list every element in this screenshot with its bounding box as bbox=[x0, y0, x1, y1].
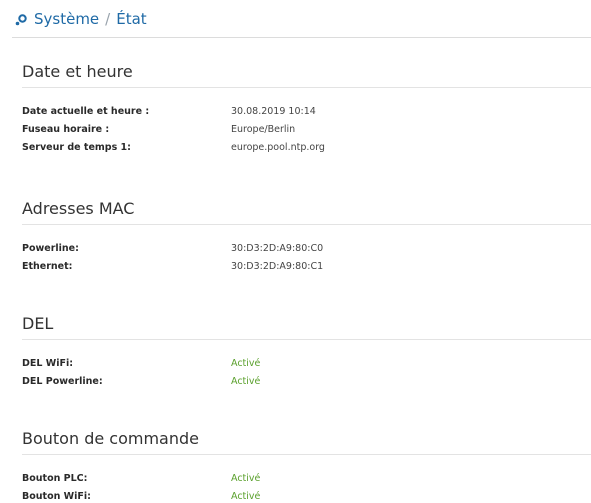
section-divider bbox=[22, 454, 591, 455]
breadcrumb-separator: / bbox=[105, 9, 111, 28]
info-row: Ethernet: 30:D3:2D:A9:80:C1 bbox=[22, 257, 591, 275]
row-label: DEL Powerline: bbox=[22, 375, 103, 387]
row-value: europe.pool.ntp.org bbox=[231, 141, 325, 153]
row-label: Bouton WiFi: bbox=[22, 490, 91, 502]
info-row: DEL WiFi: Activé bbox=[22, 354, 591, 372]
row-label: DEL WiFi: bbox=[22, 357, 74, 369]
section-mac-addresses: Adresses MAC Powerline: 30:D3:2D:A9:80:C… bbox=[22, 198, 591, 275]
row-value: 30.08.2019 10:14 bbox=[231, 105, 316, 117]
row-label: Bouton PLC: bbox=[22, 472, 88, 484]
status-active: Activé bbox=[231, 472, 261, 484]
section-control-button: Bouton de commande Bouton PLC: Activé Bo… bbox=[22, 428, 591, 503]
section-led: DEL DEL WiFi: Activé DEL Powerline: Acti… bbox=[22, 313, 591, 390]
section-title: Bouton de commande bbox=[22, 429, 199, 448]
section-title: Date et heure bbox=[22, 62, 133, 81]
breadcrumb-item-etat: État bbox=[116, 9, 147, 28]
row-value: Europe/Berlin bbox=[231, 123, 296, 135]
status-active: Activé bbox=[231, 357, 261, 369]
info-row: Bouton WiFi: Activé bbox=[22, 487, 591, 503]
row-label: Powerline: bbox=[22, 242, 79, 254]
system-cog-icon bbox=[14, 12, 28, 26]
status-active: Activé bbox=[231, 490, 261, 502]
row-label: Ethernet: bbox=[22, 260, 73, 272]
row-label: Fuseau horaire : bbox=[22, 123, 110, 135]
info-row: Serveur de temps 1: europe.pool.ntp.org bbox=[22, 138, 591, 156]
row-label: Date actuelle et heure : bbox=[22, 105, 150, 117]
info-row: Powerline: 30:D3:2D:A9:80:C0 bbox=[22, 239, 591, 257]
status-active: Activé bbox=[231, 375, 261, 387]
section-divider bbox=[22, 87, 591, 88]
row-value: 30:D3:2D:A9:80:C1 bbox=[231, 260, 324, 272]
section-divider bbox=[22, 224, 591, 225]
section-title: DEL bbox=[22, 314, 54, 333]
section-date-time: Date et heure Date actuelle et heure : 3… bbox=[22, 61, 591, 156]
breadcrumb-item-systeme[interactable]: Système bbox=[34, 10, 99, 28]
info-row: DEL Powerline: Activé bbox=[22, 372, 591, 390]
breadcrumb: Système / État bbox=[34, 10, 147, 28]
row-value: 30:D3:2D:A9:80:C0 bbox=[231, 242, 324, 254]
section-title: Adresses MAC bbox=[22, 199, 135, 218]
status-page: Système / État Date et heure Date actuel… bbox=[0, 0, 591, 503]
info-row: Date actuelle et heure : 30.08.2019 10:1… bbox=[22, 102, 591, 120]
info-row: Fuseau horaire : Europe/Berlin bbox=[22, 120, 591, 138]
row-label: Serveur de temps 1: bbox=[22, 141, 131, 153]
section-divider bbox=[22, 339, 591, 340]
page-header: Système / État bbox=[12, 0, 591, 38]
info-row: Bouton PLC: Activé bbox=[22, 469, 591, 487]
